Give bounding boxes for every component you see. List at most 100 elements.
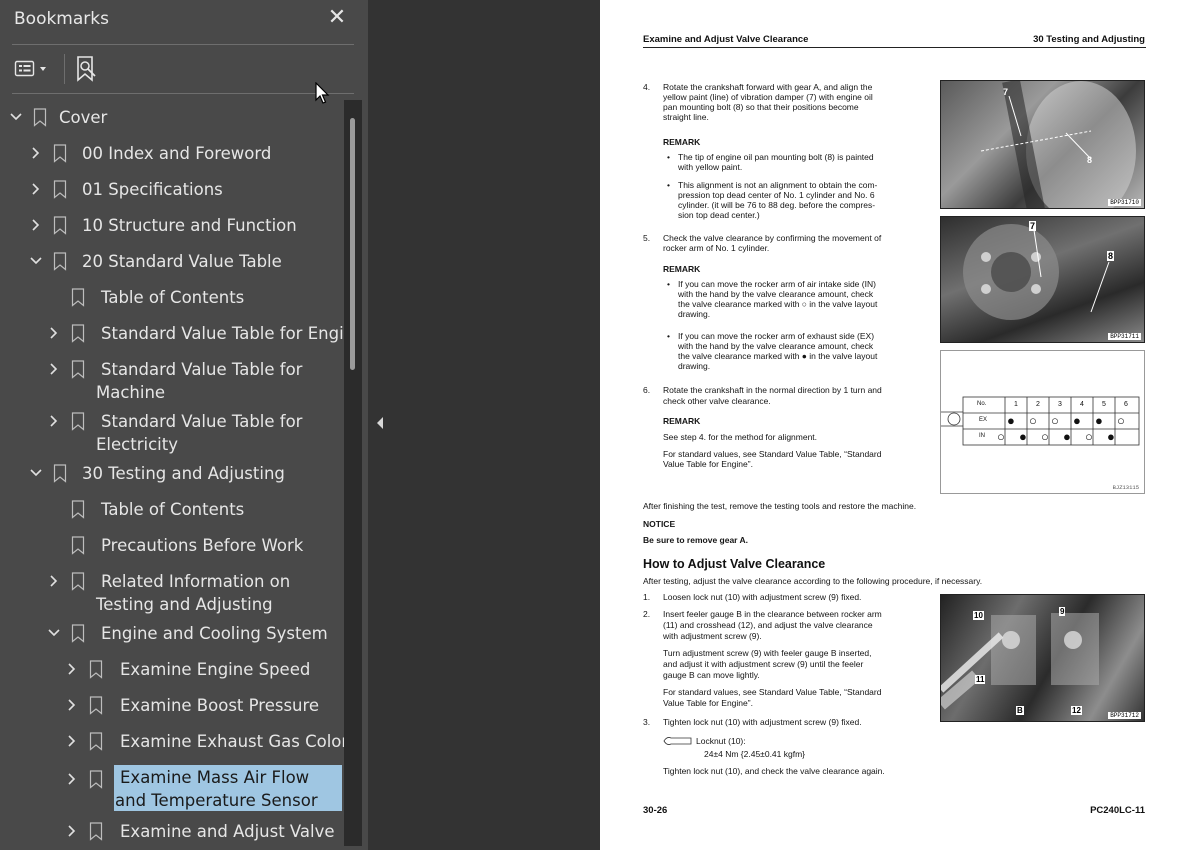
remark-heading: REMARK — [663, 416, 701, 426]
bookmark-item-selected[interactable]: Examine Mass Air Flow and Temperature Se… — [0, 763, 344, 813]
bookmark-item[interactable]: Table of Contents — [0, 492, 344, 528]
options-menu-button[interactable] — [14, 58, 54, 80]
bookmark-icon — [89, 696, 103, 715]
text-line: For standard values, see Standard Value … — [663, 449, 882, 459]
pdf-page: Examine and Adjust Valve Clearance 30 Te… — [600, 0, 1200, 850]
chevron-down-icon[interactable] — [8, 109, 24, 125]
chevron-right-icon[interactable] — [46, 325, 62, 341]
bookmark-label: Cover — [59, 108, 108, 127]
page-header-right: 30 Testing and Adjusting — [1033, 34, 1145, 45]
callout-label: B — [1016, 706, 1024, 715]
bookmark-item[interactable]: Examine Engine Speed — [0, 652, 344, 688]
bookmark-item[interactable]: Standard Value Table for Engine — [0, 316, 344, 352]
text-line: Tighten lock nut (10), and check the val… — [663, 766, 885, 776]
chevron-right-icon[interactable] — [46, 573, 62, 589]
valve-mark: ● — [1095, 413, 1103, 428]
bookmark-item[interactable]: Precautions Before Work — [0, 528, 344, 564]
chevron-right-icon[interactable] — [28, 181, 44, 197]
step-number: 4. — [643, 82, 651, 92]
bookmark-item[interactable]: Standard Value Table for Electricity — [0, 404, 344, 454]
scrollbar[interactable] — [344, 100, 362, 846]
valve-mark: ○ — [1029, 413, 1037, 428]
text-line: yellow paint (line) of vibration damper … — [663, 92, 873, 102]
text-line: cylinder. (it will be 76 to 88 deg. befo… — [678, 200, 876, 210]
bookmark-item[interactable]: Examine Boost Pressure — [0, 688, 344, 724]
chevron-right-icon[interactable] — [46, 413, 62, 429]
chevron-right-icon[interactable] — [64, 771, 80, 787]
step-number: 6. — [643, 385, 651, 395]
remark-heading: REMARK — [663, 264, 701, 274]
photo-drawing — [980, 81, 1136, 208]
text-line: Value Table for Engine”. — [663, 459, 753, 469]
bookmark-item[interactable]: Standard Value Table for Machine — [0, 352, 344, 402]
chevron-right-icon[interactable] — [64, 661, 80, 677]
bookmark-item[interactable]: 20 Standard Value Table — [0, 244, 344, 280]
scrollbar-thumb[interactable] — [350, 118, 355, 370]
bookmark-label: Examine Mass Air Flow and Temperature Se… — [115, 768, 318, 810]
valve-table-cell: 1 — [1014, 401, 1018, 408]
text-line: rocker arm of No. 1 cylinder. — [663, 243, 770, 253]
bookmark-item[interactable]: 30 Testing and Adjusting — [0, 456, 344, 492]
bookmark-label: 01 Specifications — [82, 180, 223, 199]
chevron-right-icon[interactable] — [64, 823, 80, 839]
bullet: • — [667, 152, 670, 162]
bookmark-item[interactable]: Table of Contents — [0, 280, 344, 316]
text-line: If you can move the rocker arm of exhaus… — [678, 331, 875, 341]
options-menu-icon — [14, 60, 46, 77]
chevron-right-icon[interactable] — [28, 217, 44, 233]
bookmark-icon — [89, 732, 103, 751]
callout-label: 8 — [1087, 155, 1093, 165]
valve-mark: ○ — [1051, 413, 1059, 428]
panel-title: Bookmarks — [14, 9, 109, 29]
photo-tag: BPP31712 — [1108, 712, 1141, 719]
callout-label: 7 — [1029, 221, 1037, 231]
find-bookmark-icon — [77, 56, 96, 82]
bookmark-item[interactable]: 01 Specifications — [0, 172, 344, 208]
bookmark-item[interactable]: 00 Index and Foreword — [0, 136, 344, 172]
bookmark-icon — [53, 180, 67, 199]
chevron-down-icon[interactable] — [28, 465, 44, 481]
step-number: 1. — [643, 592, 651, 602]
divider — [12, 93, 354, 94]
remark-heading: REMARK — [663, 137, 701, 147]
photo-drawing — [941, 613, 1099, 710]
text-line: check other valve clearance. — [663, 396, 771, 406]
bookmark-item[interactable]: 10 Structure and Function — [0, 208, 344, 244]
bookmark-item[interactable]: Cover — [0, 100, 344, 136]
chevron-down-icon[interactable] — [28, 253, 44, 269]
text-line: Check the valve clearance by confirming … — [663, 233, 882, 243]
photo-vibration-damper: 7 8 BPP31710 — [940, 80, 1145, 209]
collapse-panel-icon[interactable] — [374, 412, 386, 434]
text-line: with the hand by the valve clearance amo… — [678, 289, 874, 299]
valve-table-drawing — [941, 396, 1140, 446]
chevron-right-icon[interactable] — [28, 145, 44, 161]
torque-label: Locknut (10): — [696, 736, 746, 746]
bookmark-icon — [71, 324, 85, 343]
bookmark-item[interactable]: Related Information on Testing and Adjus… — [0, 564, 344, 614]
bookmark-label: Standard Value Table for Electricity — [96, 412, 303, 454]
chevron-right-icon[interactable] — [64, 733, 80, 749]
bookmark-item[interactable]: Engine and Cooling System — [0, 616, 344, 652]
chevron-right-icon[interactable] — [46, 361, 62, 377]
bookmark-icon — [53, 252, 67, 271]
bookmark-label: Standard Value Table for Engine — [101, 324, 344, 343]
bookmark-label: 00 Index and Foreword — [82, 144, 272, 163]
bookmark-icon — [71, 500, 85, 519]
photo-tag: BPP31710 — [1108, 199, 1141, 206]
bookmark-tree: Cover 00 Index and Foreword 01 Specifica… — [0, 100, 344, 850]
text-line: Value Table for Engine”. — [663, 698, 753, 708]
text-line: After testing, adjust the valve clearanc… — [643, 576, 983, 586]
bookmark-label: Standard Value Table for Machine — [96, 360, 303, 402]
bookmark-item[interactable]: Examine Exhaust Gas Color — [0, 724, 344, 760]
step-number: 3. — [643, 717, 651, 727]
text-line: with the hand by the valve clearance amo… — [678, 341, 874, 351]
chevron-right-icon[interactable] — [64, 697, 80, 713]
close-icon[interactable]: ✕ — [327, 5, 347, 29]
bookmark-item[interactable]: Examine and Adjust Valve — [0, 814, 344, 850]
find-bookmark-button[interactable] — [74, 54, 100, 84]
text-line: drawing. — [678, 309, 711, 319]
chevron-down-icon[interactable] — [46, 625, 62, 641]
text-line: with yellow paint. — [678, 162, 743, 172]
valve-mark: ○ — [1041, 429, 1049, 444]
step-number: 5. — [643, 233, 651, 243]
